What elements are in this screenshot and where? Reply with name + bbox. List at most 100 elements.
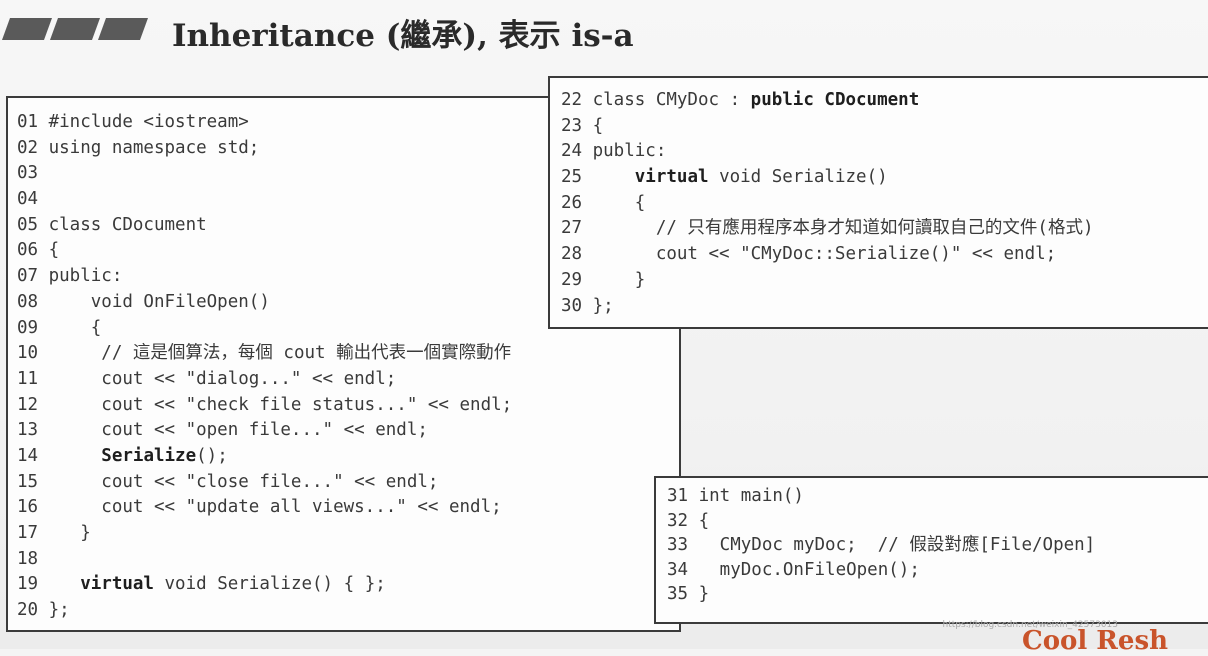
line-number: 32 (667, 510, 699, 531)
code-line: 14 Serialize(); (17, 444, 512, 470)
brand-text: Cool Resh (1022, 626, 1168, 656)
code-line: 06 { (17, 238, 512, 264)
code-text: class CMyDoc : (592, 90, 751, 110)
line-number: 15 (17, 471, 49, 492)
code-line: 01 #include <iostream> (17, 110, 512, 136)
code-line: 22 class CMyDoc : public CDocument (561, 88, 1094, 114)
line-number: 14 (17, 445, 49, 466)
line-number: 28 (561, 244, 593, 265)
code-line: 08 void OnFileOpen() (17, 290, 512, 316)
code-line: 10 // 這是個算法，每個 cout 輸出代表一個實際動作 (17, 341, 512, 367)
line-number: 01 (17, 112, 49, 132)
code-text: cout << "close file..." << endl; (48, 471, 439, 492)
code-text: { (698, 510, 710, 531)
code-line: 35 } (667, 582, 1095, 607)
code-line: 29 } (561, 268, 1094, 294)
code-line: 33 CMyDoc myDoc; // 假設對應[File/Open] (667, 533, 1095, 558)
code-keyword: public CDocument (750, 90, 920, 110)
code-keyword: virtual (634, 167, 709, 188)
code-keyword: virtual (80, 574, 154, 595)
code-text: void OnFileOpen() (48, 291, 270, 312)
code-text: cout << "CMyDoc::Serialize()" << endl; (592, 244, 1057, 265)
line-number: 18 (17, 548, 49, 569)
code-text: } (592, 269, 646, 290)
code-text: public: (592, 141, 667, 162)
code-line: 18 (17, 547, 512, 573)
line-number: 09 (17, 317, 49, 338)
code-text: { (48, 317, 102, 338)
line-number: 16 (17, 497, 49, 518)
code-text: CMyDoc myDoc; // 假設對應[File/Open] (698, 535, 1096, 555)
code-text: }; (592, 295, 614, 316)
line-number: 07 (17, 266, 49, 287)
code-text: myDoc.OnFileOpen(); (698, 559, 920, 580)
code-line: 12 cout << "check file status..." << end… (17, 393, 512, 419)
code-text: cout << "open file..." << endl; (48, 420, 428, 441)
code-line: 11 cout << "dialog..." << endl; (17, 367, 512, 393)
code-lines-derived: 22 class CMyDoc : public CDocument 23 {24… (561, 88, 1094, 319)
code-line: 27 // 只有應用程序本身才知道如何讀取自己的文件(格式) (561, 216, 1094, 242)
code-text: void Serialize() { }; (153, 574, 386, 595)
code-line: 17 } (17, 521, 512, 547)
code-text: cout << "dialog..." << endl; (48, 368, 397, 389)
line-number: 02 (17, 137, 49, 158)
code-line: 07 public: (17, 264, 512, 290)
line-number: 35 (667, 584, 699, 604)
line-number: 29 (561, 269, 593, 290)
code-line: 02 using namespace std; (17, 136, 512, 162)
code-text: { (592, 192, 646, 213)
code-line: 04 (17, 187, 512, 213)
line-number: 24 (561, 141, 593, 162)
code-text: int main() (698, 486, 804, 506)
line-number: 31 (667, 486, 699, 506)
line-number: 12 (17, 394, 49, 415)
code-text: public: (48, 266, 123, 287)
code-line: 15 cout << "close file..." << endl; (17, 470, 512, 496)
code-text: } (48, 523, 91, 543)
code-line: 20 }; (17, 598, 512, 624)
code-text: cout << "check file status..." << endl; (48, 394, 513, 415)
line-number: 10 (17, 343, 49, 364)
code-lines-main: 01 #include <iostream> 02 using namespace… (17, 110, 512, 624)
code-line: 28 cout << "CMyDoc::Serialize()" << endl… (561, 242, 1094, 268)
code-line: 16 cout << "update all views..." << endl… (17, 495, 512, 521)
code-text: class CDocument (48, 214, 207, 235)
code-line: 09 { (17, 316, 512, 342)
line-number: 04 (17, 189, 49, 210)
line-number: 05 (17, 214, 49, 235)
line-number: 13 (17, 420, 49, 441)
code-lines-entry: 31 int main() 32 {33 CMyDoc myDoc; // 假設對… (667, 484, 1095, 607)
line-number: 19 (17, 574, 49, 595)
line-number: 30 (561, 295, 593, 316)
code-text: cout << "update all views..." << endl; (48, 497, 502, 518)
header-bar (1, 18, 53, 40)
slide: Inheritance (繼承), 表示 is-a 01 #include <i… (0, 0, 1208, 656)
line-number: 25 (561, 167, 593, 188)
code-text: } (698, 584, 710, 604)
code-box-derived: 22 class CMyDoc : public CDocument 23 {24… (548, 76, 1208, 329)
code-line: 30 }; (561, 294, 1094, 320)
line-number: 17 (17, 523, 49, 543)
code-text: (); (196, 445, 228, 466)
code-line: 26 { (561, 191, 1094, 217)
code-line: 24 public: (561, 139, 1094, 165)
line-number: 34 (667, 559, 699, 580)
header-bar (49, 18, 101, 40)
line-number: 27 (561, 218, 593, 239)
code-line: 31 int main() (667, 484, 1095, 509)
code-line: 13 cout << "open file..." << endl; (17, 418, 512, 444)
code-line: 05 class CDocument (17, 213, 512, 239)
line-number: 23 (561, 115, 593, 136)
line-number: 26 (561, 192, 593, 213)
line-number: 11 (17, 368, 49, 389)
code-text: { (592, 115, 604, 136)
line-number: 22 (561, 90, 593, 110)
code-keyword: Serialize (101, 445, 197, 466)
header-bars (1, 18, 149, 40)
code-text: // 這是個算法，每個 cout 輸出代表一個實際動作 (48, 343, 512, 364)
code-line: 23 { (561, 114, 1094, 140)
code-text: }; (48, 600, 70, 621)
